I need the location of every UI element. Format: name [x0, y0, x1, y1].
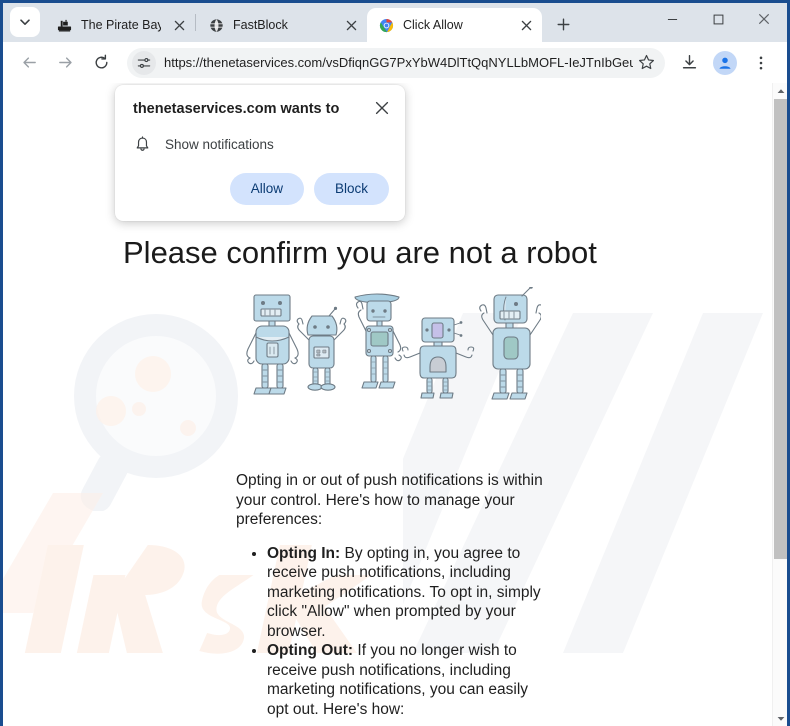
three-dots-menu-icon	[759, 56, 763, 69]
permission-label: Show notifications	[165, 136, 274, 152]
close-icon	[758, 13, 770, 25]
article-body: Opting in or out of push notifications i…	[236, 471, 548, 726]
dialog-actions: Allow Block	[115, 153, 405, 221]
reload-button[interactable]	[86, 48, 116, 78]
tab-strip: The Pirate Bay - The gal FastBlock	[3, 3, 787, 42]
tab-search-button[interactable]	[10, 7, 40, 37]
bookmark-button[interactable]	[633, 50, 659, 76]
page-viewport: Please confirm you are not a robot Optin…	[3, 83, 787, 726]
minimize-button[interactable]	[649, 3, 695, 35]
scroll-down-button[interactable]	[773, 711, 787, 726]
chevron-down-icon	[777, 716, 784, 721]
back-arrow-icon	[22, 57, 36, 68]
profile-button[interactable]	[710, 48, 740, 78]
close-icon	[521, 20, 531, 30]
minimize-icon	[667, 18, 677, 20]
article-intro: Opting in or out of push notifications i…	[236, 472, 543, 528]
tab-title: FastBlock	[233, 18, 288, 32]
bell-icon	[133, 135, 151, 153]
plus-icon	[557, 18, 569, 30]
star-icon	[638, 54, 654, 70]
five-cartoon-robots-illustration	[246, 287, 541, 400]
close-icon	[375, 101, 389, 115]
url-text[interactable]: https://thenetaservices.com/vsDfiqnGG7Px…	[164, 48, 633, 78]
maximize-button[interactable]	[695, 3, 741, 35]
browser-toolbar: https://thenetaservices.com/vsDfiqnGG7Px…	[3, 42, 787, 83]
forward-arrow-icon	[58, 57, 72, 68]
options-list: Opting In: By opting in, you agree to re…	[254, 544, 548, 726]
list-item-lead: Opting Out:	[267, 642, 354, 659]
close-icon	[346, 20, 356, 30]
scroll-up-button[interactable]	[773, 83, 787, 98]
page-scrollbar[interactable]	[772, 83, 787, 726]
page-title: Please confirm you are not a robot	[123, 235, 597, 270]
chevron-down-icon	[20, 19, 30, 25]
new-tab-button[interactable]	[549, 10, 577, 38]
dialog-title: thenetaservices.com wants to	[133, 101, 340, 117]
downloads-button[interactable]	[674, 48, 704, 78]
pirate-ship-icon	[56, 17, 72, 33]
browser-window: The Pirate Bay - The gal FastBlock	[0, 0, 790, 726]
tab-separator	[195, 14, 196, 31]
chevron-up-icon	[777, 88, 784, 93]
maximize-icon	[713, 14, 723, 24]
tab-fastblock[interactable]: FastBlock	[197, 8, 367, 42]
window-controls	[649, 3, 787, 42]
reload-icon	[95, 54, 107, 69]
dialog-header: thenetaservices.com wants to	[115, 99, 405, 119]
tab-title: Click Allow	[403, 18, 463, 32]
avatar	[713, 50, 737, 75]
notification-permission-dialog: thenetaservices.com wants to Show notifi…	[115, 85, 405, 221]
scroll-thumb[interactable]	[774, 99, 787, 559]
list-item-lead: Opting In:	[267, 544, 341, 562]
globe-icon	[208, 17, 224, 33]
allow-button[interactable]: Allow	[229, 173, 304, 205]
download-icon	[682, 54, 696, 69]
chrome-icon	[378, 17, 394, 33]
tab-close-button[interactable]	[516, 15, 536, 35]
close-icon	[174, 20, 184, 30]
tab-title: The Pirate Bay - The gal	[81, 18, 161, 32]
tab-click-allow[interactable]: Click Allow	[367, 8, 542, 42]
site-info-button[interactable]	[132, 50, 156, 75]
permission-row: Show notifications	[115, 119, 405, 153]
tab-pirate-bay[interactable]: The Pirate Bay - The gal	[45, 8, 195, 42]
address-bar[interactable]: https://thenetaservices.com/vsDfiqnGG7Px…	[127, 47, 665, 78]
list-item-opting-out: Opting Out: If you no longer wish to rec…	[267, 641, 548, 726]
list-item-opting-in: Opting In: By opting in, you agree to re…	[267, 544, 548, 642]
tune-settings-icon	[137, 57, 151, 68]
tab-close-button[interactable]	[341, 15, 361, 35]
forward-button[interactable]	[50, 48, 80, 78]
block-button[interactable]: Block	[313, 173, 389, 205]
browser-menu-button[interactable]	[746, 48, 776, 78]
back-button[interactable]	[14, 48, 44, 78]
window-close-button[interactable]	[741, 3, 787, 35]
tab-close-button[interactable]	[169, 15, 189, 35]
person-avatar-icon	[719, 57, 731, 69]
dialog-close-button[interactable]	[371, 97, 393, 119]
